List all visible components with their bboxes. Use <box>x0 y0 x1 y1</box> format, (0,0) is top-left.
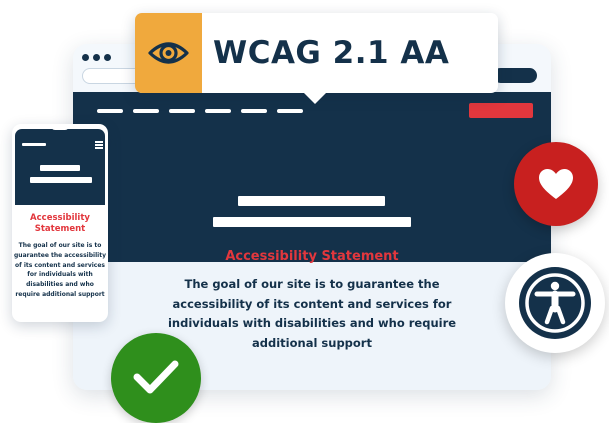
hero-section <box>73 92 551 262</box>
statement-heading: Accessibility Statement <box>225 249 399 264</box>
nav-item <box>97 109 123 113</box>
nav-item <box>169 109 195 113</box>
statement-body: The goal of our site is to guarantee the… <box>167 277 457 350</box>
accessibility-badge <box>505 253 605 353</box>
window-dot <box>93 54 100 61</box>
hamburger-icon <box>95 144 103 146</box>
heart-badge <box>514 142 598 226</box>
phone-body: The goal of our site is to guarantee the… <box>14 242 106 298</box>
wcag-title: WCAG 2.1 AA <box>213 35 450 71</box>
hamburger-icon <box>95 141 103 143</box>
nav-item <box>277 109 303 113</box>
accessibility-icon <box>519 267 591 339</box>
nav-item <box>133 109 159 113</box>
hero-title-placeholder <box>238 196 385 206</box>
nav-cta-button <box>469 103 533 118</box>
nav-item <box>241 109 267 113</box>
phone-title-placeholder <box>40 165 80 171</box>
phone-logo-placeholder <box>22 143 46 146</box>
phone-heading: Accessibility Statement <box>30 213 90 234</box>
hero-subtitle-placeholder <box>213 217 411 227</box>
eye-icon-box <box>135 13 202 93</box>
nav-item <box>205 109 231 113</box>
window-dot <box>82 54 89 61</box>
phone-notch <box>51 124 69 130</box>
wcag-banner: WCAG 2.1 AA <box>135 13 498 104</box>
phone-subtitle-placeholder <box>30 177 92 183</box>
check-icon <box>133 360 179 394</box>
eye-icon <box>148 42 189 64</box>
check-badge <box>111 333 201 423</box>
phone-hero <box>15 129 105 205</box>
window-dot <box>104 54 111 61</box>
banner-pointer <box>303 92 327 104</box>
hamburger-icon <box>95 147 103 149</box>
browser-toolbar-pill <box>493 68 537 83</box>
heart-icon <box>539 169 573 199</box>
